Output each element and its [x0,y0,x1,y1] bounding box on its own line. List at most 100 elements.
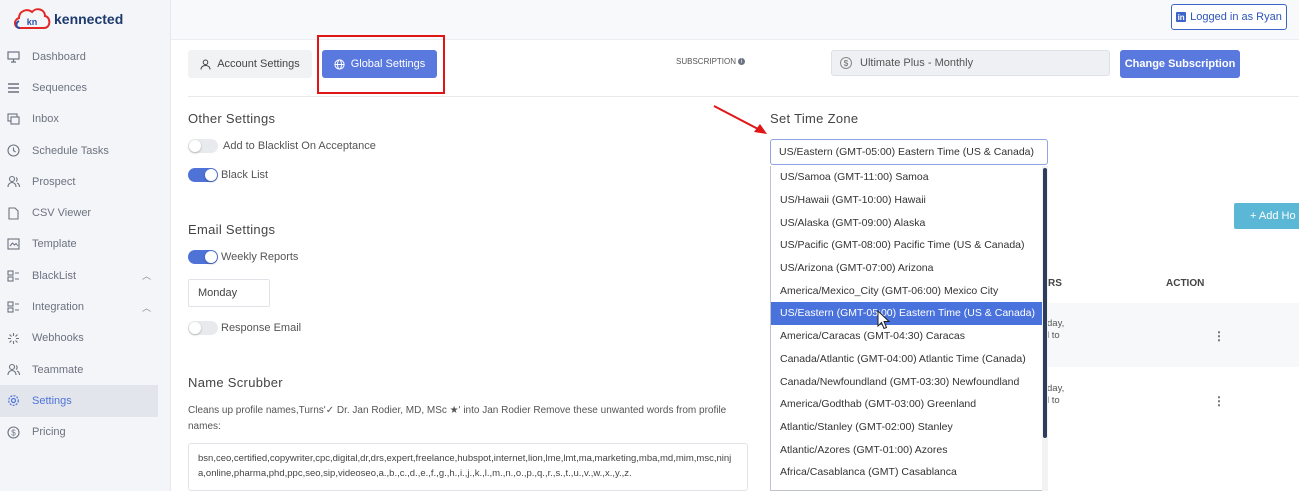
sidebar-item-label: Sequences [32,81,88,94]
row-menu-icon[interactable]: ⋮ [1213,394,1225,408]
toggle-knob [189,322,201,334]
clock-icon [6,144,20,158]
timezone-option[interactable]: US/Samoa (GMT-11:00) Samoa [771,166,1047,189]
timezone-select[interactable]: US/Eastern (GMT-05:00) Eastern Time (US … [770,139,1048,165]
response-email-toggle[interactable] [188,321,218,335]
sidebar-item-inbox[interactable]: Inbox [0,104,171,135]
row-menu-icon[interactable]: ⋮ [1213,329,1225,343]
unwanted-words-textarea[interactable]: bsn,ceo,certified,copywriter,cpc,digital… [188,443,748,491]
email-settings-title: Email Settings [188,222,276,237]
user-icon [200,59,211,70]
subscription-field: $ Ultimate Plus - Monthly [831,50,1110,76]
subscription-label: SUBSCRIPTION i [676,57,746,66]
sequence-icon [6,81,20,95]
sidebar-item-label: Webhooks [32,332,84,345]
sidebar-item-csv-viewer[interactable]: CSV Viewer [0,197,171,228]
sidebar-item-teammate[interactable]: Teammate [0,354,171,385]
table-row [1040,303,1299,367]
annotation-highlight-box [317,35,445,94]
sidebar-item-label: Teammate [32,363,84,376]
timezone-option[interactable]: Atlantic/Stanley (GMT-02:00) Stanley [771,416,1047,439]
sidebar-item-label: Pricing [32,426,66,439]
timezone-dropdown-list: US/Samoa (GMT-11:00) Samoa US/Hawaii (GM… [770,166,1048,491]
sidebar-item-label: Inbox [32,113,59,126]
sidebar-item-blacklist[interactable]: BlackList ︿ [0,260,171,291]
sidebar-item-label: Dashboard [32,50,86,63]
report-day-select[interactable]: Monday [188,279,270,307]
logged-in-button[interactable]: in Logged in as Ryan [1171,4,1287,30]
sidebar-item-label: Prospect [32,175,76,188]
svg-text:$: $ [11,428,16,437]
timezone-option[interactable]: America/Caracas (GMT-04:30) Caracas [771,325,1047,348]
tab-account-settings[interactable]: Account Settings [188,50,312,78]
logo-mark-text: kn [27,17,38,27]
black-list-toggle[interactable] [188,168,218,182]
sidebar-item-settings[interactable]: Settings [0,385,158,417]
info-icon[interactable]: i [738,58,746,65]
other-settings-title: Other Settings [188,111,276,126]
black-list-label: Black List [221,169,269,181]
toggle-knob [205,251,217,263]
table-cell: day, l to [1047,383,1064,407]
timezone-option[interactable]: US/Hawaii (GMT-10:00) Hawaii [771,189,1047,212]
gear-icon [6,394,20,408]
timezone-option[interactable]: Atlantic/Azores (GMT-01:00) Azores [771,438,1047,461]
sidebar-item-schedule-tasks[interactable]: Schedule Tasks [0,135,171,166]
users-icon [6,175,20,189]
timezone-option[interactable]: America/Godthab (GMT-03:00) Greenland [771,393,1047,416]
chevron-up-icon[interactable]: ︿ [142,269,151,282]
subscription-value: Ultimate Plus - Monthly [860,57,974,69]
dollar-icon: $ [840,57,852,69]
blacklist-on-acceptance-label: Add to Blacklist On Acceptance [223,140,376,152]
linkedin-icon: in [1176,12,1187,22]
sidebar-item-sequences[interactable]: Sequences [0,72,171,103]
dropdown-scrollbar-thumb[interactable] [1043,168,1047,438]
table-row [1040,369,1299,433]
timezone-option[interactable]: Canada/Atlantic (GMT-04:00) Atlantic Tim… [771,348,1047,371]
monitor-icon [6,50,20,64]
action-column-header: ACTION [1166,278,1205,289]
add-hours-button[interactable]: + Add Ho [1234,203,1299,229]
timezone-option[interactable]: Canada/Newfoundland (GMT-03:30) Newfound… [771,370,1047,393]
cell-line: l to [1047,330,1060,341]
timezone-option[interactable]: Africa/Casablanca (GMT) Casablanca [771,461,1047,484]
sidebar: kn kennected Dashboard Sequences Inbox S… [0,0,171,491]
chevron-up-icon[interactable]: ︿ [142,301,151,314]
sidebar-nav: Dashboard Sequences Inbox Schedule Tasks… [0,41,171,448]
sidebar-item-dashboard[interactable]: Dashboard [0,41,171,72]
top-bar [171,0,1299,40]
sidebar-item-label: Template [32,238,77,251]
timezone-option-selected[interactable]: US/Eastern (GMT-05:00) Eastern Time (US … [771,302,1047,325]
sidebar-item-label: Schedule Tasks [32,144,109,157]
sidebar-item-prospect[interactable]: Prospect [0,166,171,197]
timezone-option[interactable]: US/Pacific (GMT-08:00) Pacific Time (US … [771,234,1047,257]
user-icon [6,363,20,377]
logged-in-label: Logged in as Ryan [1190,11,1282,23]
sidebar-item-integration[interactable]: Integration ︿ [0,291,171,322]
timezone-option[interactable]: US/Arizona (GMT-07:00) Arizona [771,257,1047,280]
brand-name: kennected [54,11,124,27]
app-logo[interactable]: kn kennected [12,6,123,32]
template-icon [6,237,20,251]
timezone-option[interactable]: America/Mexico_City (GMT-06:00) Mexico C… [771,279,1047,302]
sidebar-item-label: Integration [32,301,84,314]
sidebar-item-pricing[interactable]: $ Pricing [0,417,171,448]
kennected-logo-icon: kn [12,6,52,32]
toggle-knob [189,140,201,152]
inbox-icon [6,112,20,126]
toggle-knob [205,169,217,181]
annotation-arrow [713,105,767,134]
list-icon [6,269,20,283]
name-scrubber-description: Cleans up profile names,Turns'✓ Dr. Jan … [188,405,727,432]
table-cell: day, l to [1047,318,1064,342]
sidebar-item-label: BlackList [32,269,77,282]
change-subscription-button[interactable]: Change Subscription [1120,50,1240,78]
blacklist-on-acceptance-toggle[interactable] [188,139,218,153]
cell-line: day, [1047,383,1065,394]
sidebar-item-webhooks[interactable]: Webhooks [0,323,171,354]
webhooks-icon [6,331,20,345]
sidebar-item-template[interactable]: Template [0,229,171,260]
timezone-option[interactable]: US/Alaska (GMT-09:00) Alaska [771,211,1047,234]
timezone-title: Set Time Zone [770,111,859,126]
weekly-reports-toggle[interactable] [188,250,218,264]
